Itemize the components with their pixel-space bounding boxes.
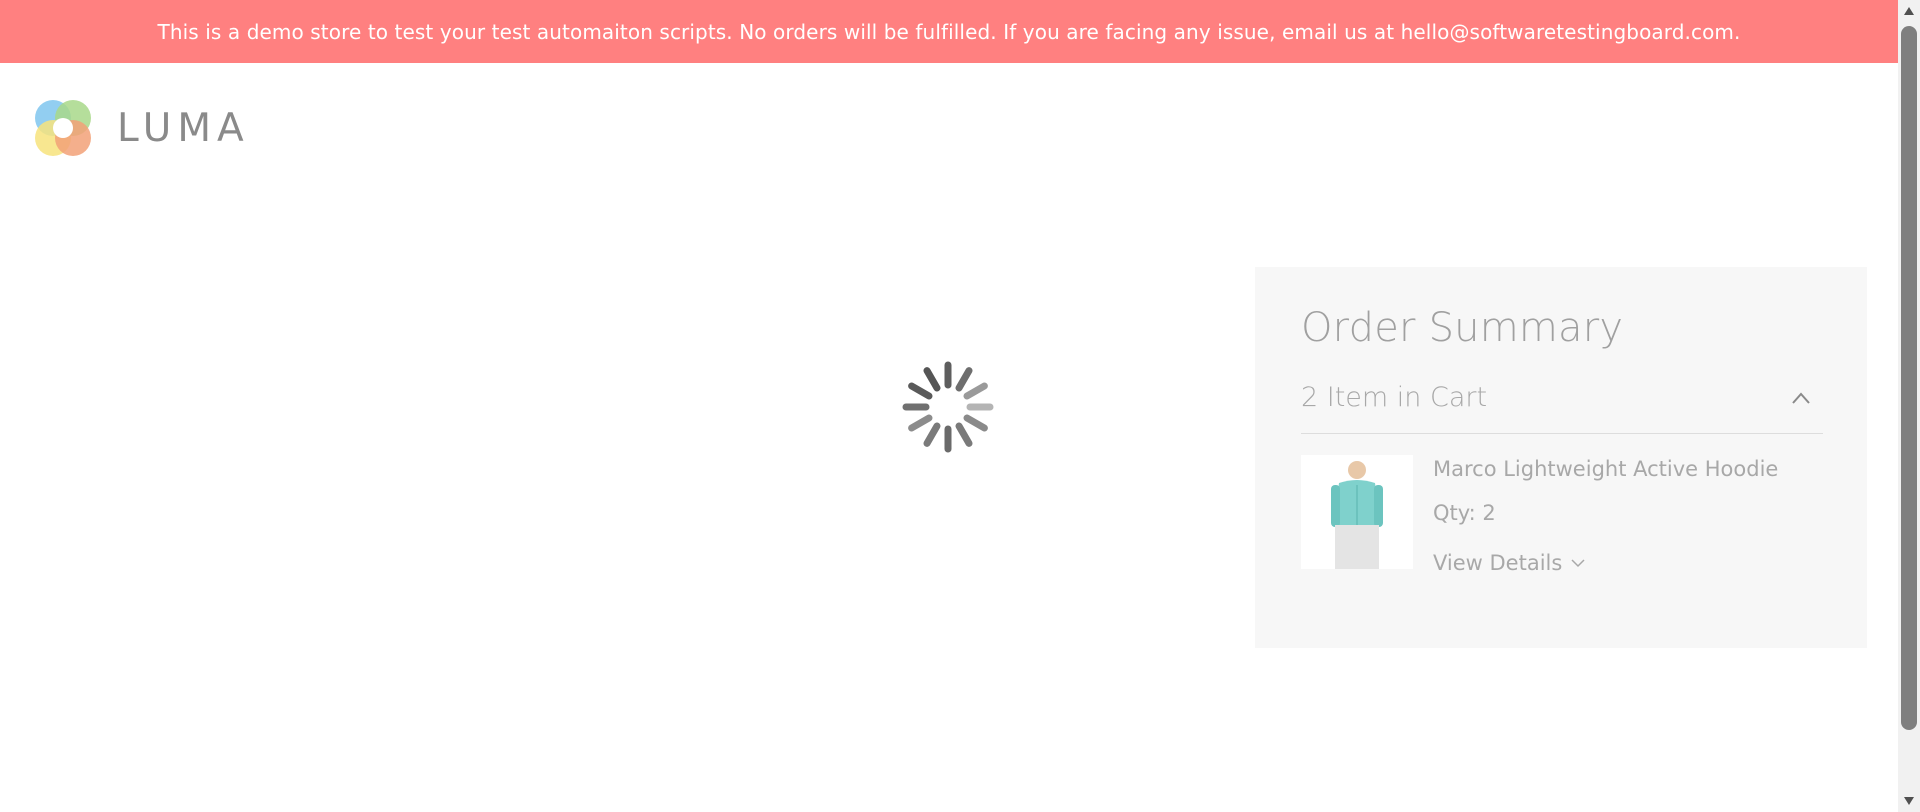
- view-details-label: View Details: [1433, 551, 1563, 575]
- scroll-down-arrow-icon[interactable]: [1903, 796, 1915, 806]
- logo-text: LUMA: [117, 105, 250, 151]
- order-summary-panel: Order Summary 2 Item in Cart Marco Light…: [1255, 267, 1867, 648]
- chevron-up-icon: [1792, 392, 1810, 404]
- product-name[interactable]: Marco Lightweight Active Hoodie: [1433, 457, 1778, 481]
- chevron-down-icon: [1571, 559, 1585, 568]
- scrollbar-thumb[interactable]: [1901, 26, 1917, 730]
- product-quantity: Qty: 2: [1433, 501, 1496, 525]
- demo-notice-banner: This is a demo store to test your test a…: [0, 0, 1898, 63]
- product-thumbnail: [1301, 455, 1413, 569]
- scroll-up-arrow-icon[interactable]: [1903, 6, 1915, 16]
- cart-item: Marco Lightweight Active Hoodie Qty: 2 V…: [1301, 455, 1823, 585]
- luma-logo-icon: [35, 100, 91, 156]
- vertical-scrollbar[interactable]: [1898, 0, 1920, 812]
- cart-item-count: 2 Item in Cart: [1301, 382, 1488, 413]
- loading-spinner-icon: [902, 361, 994, 453]
- checkout-page: This is a demo store to test your test a…: [0, 0, 1898, 812]
- demo-notice-text: This is a demo store to test your test a…: [157, 19, 1741, 44]
- luma-logo-link[interactable]: LUMA: [31, 96, 250, 160]
- cart-items-toggle[interactable]: 2 Item in Cart: [1301, 381, 1823, 434]
- order-summary-title: Order Summary: [1301, 305, 1624, 351]
- hoodie-product-image: [1301, 455, 1413, 569]
- view-details-toggle[interactable]: View Details: [1433, 551, 1586, 575]
